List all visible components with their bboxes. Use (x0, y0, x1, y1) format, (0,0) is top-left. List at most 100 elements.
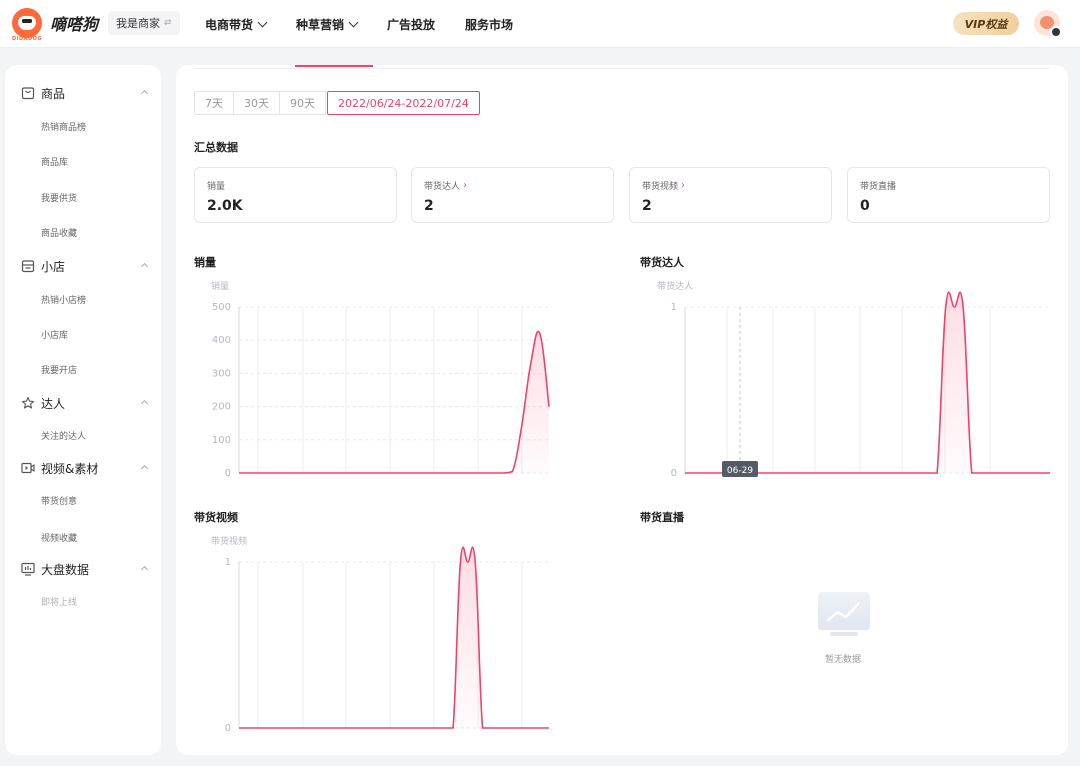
influencers-chart: 带货达人 0 1 06-29 (640, 277, 1060, 482)
sidebar-group-influencers: 达人 (5, 393, 161, 413)
card-value: 0 (860, 198, 870, 214)
y-axis-label: 销量 (211, 280, 229, 292)
sidebar: 商品 热销商品榜 商品库 我要供货 商品收藏 小店 热销小店榜 小店库 我要开店… (5, 65, 161, 755)
store-icon (21, 260, 35, 273)
chart-title-live: 带货直播 (640, 511, 684, 524)
logo[interactable]: DIDADOG 嘀嗒狗 (12, 8, 99, 42)
sidebar-group-header[interactable]: 小店 (5, 256, 161, 276)
chevron-up-icon (140, 262, 149, 271)
series-area (239, 547, 549, 728)
dog-logo-icon (12, 8, 42, 38)
sidebar-item-product-library[interactable]: 商品库 (41, 155, 68, 168)
chevron-up-icon (140, 565, 149, 574)
sidebar-item-followed-influencers[interactable]: 关注的达人 (41, 429, 86, 442)
sidebar-item-store-library[interactable]: 小店库 (41, 328, 68, 341)
chart-svg: 带货达人 0 1 06-29 (657, 280, 1050, 479)
y-tick-label: 0 (225, 468, 231, 479)
y-tick-label: 400 (212, 335, 231, 346)
sidebar-group-header[interactable]: 达人 (5, 393, 161, 413)
videos-chart: 带货视频 0 1 (194, 532, 554, 737)
card-label: 带货视频 › (642, 179, 685, 192)
series-line (239, 330, 550, 474)
sidebar-item-hot-products[interactable]: 热销商品榜 (41, 120, 86, 133)
active-tab-indicator (295, 65, 373, 67)
sidebar-group-header[interactable]: 视频&素材 (5, 458, 161, 478)
y-tick-label: 1 (225, 557, 231, 568)
sidebar-item-supply[interactable]: 我要供货 (41, 191, 77, 204)
range-30d-button[interactable]: 30天 (233, 91, 280, 115)
sidebar-group-title: 达人 (41, 396, 66, 411)
sidebar-group-video: 视频&素材 (5, 458, 161, 478)
y-tick-label: 1 (671, 302, 677, 313)
y-tick-label: 0 (671, 468, 677, 479)
sidebar-item-open-store[interactable]: 我要开店 (41, 363, 77, 376)
chevron-right-icon: › (463, 180, 468, 191)
sidebar-group-title: 大盘数据 (41, 562, 90, 577)
empty-text: 暂无数据 (824, 655, 861, 665)
nav-label: 服务市场 (465, 17, 514, 32)
sidebar-group-title: 商品 (41, 86, 66, 101)
merchant-switch-button[interactable]: 我是商家 ⇄ (108, 11, 180, 35)
sidebar-item-creative[interactable]: 带货创意 (41, 494, 77, 507)
chevron-up-icon (140, 464, 149, 473)
star-icon (21, 396, 35, 409)
logo-text: 嘀嗒狗 (50, 15, 99, 34)
sidebar-group-title: 小店 (41, 259, 66, 274)
tab-divider (194, 68, 1049, 69)
sidebar-group-header[interactable]: 商品 (5, 83, 161, 103)
chart-title-sales: 销量 (194, 256, 216, 269)
range-7d-button[interactable]: 7天 (194, 91, 234, 115)
y-tick-label: 100 (212, 435, 231, 446)
chart-title-influencers: 带货达人 (640, 256, 684, 269)
y-axis-label: 带货视频 (211, 535, 247, 547)
chevron-down-icon (257, 17, 268, 27)
card-label-text: 销量 (207, 182, 226, 192)
nav-item-seeding[interactable]: 种草营销 (296, 16, 359, 33)
sidebar-item-product-favorites[interactable]: 商品收藏 (41, 226, 77, 239)
merchant-label: 我是商家 (116, 17, 160, 30)
empty-chart-icon (818, 592, 870, 636)
summary-card-videos[interactable]: 带货视频 › 2 (629, 167, 832, 223)
summary-card-live: 带货直播 0 (847, 167, 1050, 223)
main-nav: 电商带货 种草营销 广告投放 服务市场 (205, 0, 543, 48)
sidebar-group-products: 商品 (5, 83, 161, 103)
nav-item-service-market[interactable]: 服务市场 (465, 16, 513, 33)
avatar[interactable] (1034, 10, 1062, 38)
series-line (239, 546, 549, 729)
sales-chart: 销量 0 100 200 300 400 500 (194, 277, 554, 482)
nav-item-ads[interactable]: 广告投放 (387, 16, 435, 33)
nav-item-ecommerce[interactable]: 电商带货 (205, 16, 268, 33)
card-value: 2.0K (207, 198, 243, 214)
range-custom-button[interactable]: 2022/06/24-2022/07/24 (327, 91, 480, 115)
card-value: 2 (642, 198, 652, 214)
date-range-selector: 7天 30天 90天 2022/06/24-2022/07/24 (194, 91, 480, 115)
chevron-up-icon (140, 89, 149, 98)
bag-icon (21, 87, 35, 100)
card-label: 销量 (207, 179, 225, 192)
dashboard-icon (21, 562, 35, 576)
sidebar-group-title: 视频&素材 (41, 461, 99, 476)
sidebar-group-header[interactable]: 大盘数据 (5, 559, 161, 579)
y-tick-label: 200 (212, 402, 231, 413)
y-tick-label: 300 (212, 368, 231, 379)
chart-svg: 带货视频 0 1 (211, 535, 549, 734)
y-tick-label: 500 (212, 302, 231, 313)
logo-subtext: DIDADOG (12, 36, 43, 42)
nav-label: 广告投放 (387, 17, 436, 32)
main-panel: 7天 30天 90天 2022/06/24-2022/07/24 汇总数据 销量… (176, 65, 1068, 755)
nav-label: 种草营销 (296, 17, 345, 32)
sidebar-item-hot-stores[interactable]: 热销小店榜 (41, 293, 86, 306)
y-axis-label: 带货达人 (657, 280, 693, 292)
vip-button[interactable]: VIP权益 (953, 12, 1019, 35)
chart-title-videos: 带货视频 (194, 511, 238, 524)
summary-card-influencers[interactable]: 带货达人 › 2 (411, 167, 614, 223)
video-icon (21, 462, 35, 474)
chevron-up-icon (140, 399, 149, 408)
chevron-down-icon (348, 17, 359, 27)
chevron-right-icon: › (681, 180, 686, 191)
card-label-text: 带货达人 (424, 182, 461, 192)
nav-label: 电商带货 (205, 17, 254, 32)
summary-card-sales: 销量 2.0K (194, 167, 397, 223)
range-90d-button[interactable]: 90天 (279, 91, 326, 115)
sidebar-item-video-favorites[interactable]: 视频收藏 (41, 531, 77, 544)
